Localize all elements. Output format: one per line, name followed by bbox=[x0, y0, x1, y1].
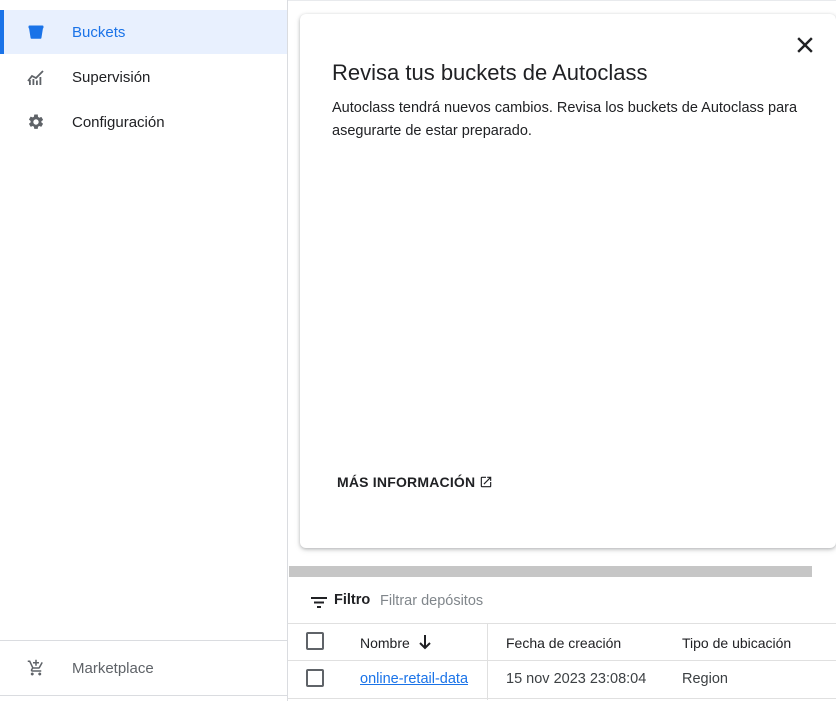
column-header-name[interactable]: Nombre bbox=[360, 635, 410, 651]
more-info-label: MÁS INFORMACIÓN bbox=[337, 474, 476, 490]
arrow-down-icon[interactable] bbox=[418, 634, 432, 650]
close-icon[interactable] bbox=[794, 34, 816, 56]
column-header-location-type[interactable]: Tipo de ubicación bbox=[682, 635, 791, 651]
top-divider bbox=[288, 0, 836, 1]
filter-list-icon bbox=[310, 594, 328, 610]
horizontal-scrollbar[interactable] bbox=[289, 566, 812, 577]
more-info-link[interactable]: MÁS INFORMACIÓN bbox=[337, 474, 493, 490]
filter-bar: Filtro bbox=[288, 584, 836, 620]
sidebar-item-configuracion[interactable]: Configuración bbox=[0, 100, 287, 144]
table-header: Nombre Fecha de creación Tipo de ubicaci… bbox=[288, 623, 836, 700]
column-header-created[interactable]: Fecha de creación bbox=[506, 635, 621, 651]
location-type: Region bbox=[682, 671, 728, 687]
banner-body: Autoclass tendrá nuevos cambios. Revisa … bbox=[332, 100, 798, 139]
sidebar-item-label: Buckets bbox=[72, 23, 126, 41]
sidebar-item-label: Configuración bbox=[72, 113, 165, 131]
created-date: 15 nov 2023 23:08:04 bbox=[506, 671, 647, 687]
sidebar-divider bbox=[0, 695, 287, 696]
autoclass-banner: Revisa tus buckets de Autoclass Autoclas… bbox=[300, 14, 836, 548]
sidebar-divider bbox=[0, 640, 287, 641]
banner-title: Revisa tus buckets de Autoclass bbox=[332, 60, 648, 85]
sidebar-item-supervision[interactable]: Supervisión bbox=[0, 55, 287, 99]
bucket-icon bbox=[26, 22, 46, 42]
filter-label: Filtro bbox=[334, 592, 371, 608]
row-checkbox[interactable] bbox=[306, 669, 324, 687]
cart-plus-icon bbox=[26, 658, 46, 678]
filter-input[interactable] bbox=[380, 590, 680, 612]
select-all-checkbox[interactable] bbox=[306, 632, 324, 650]
monitoring-chart-icon bbox=[26, 67, 46, 87]
sidebar-item-label: Supervisión bbox=[72, 68, 151, 86]
sidebar-item-marketplace[interactable]: Marketplace bbox=[0, 646, 287, 690]
open-in-new-icon bbox=[479, 475, 493, 489]
gear-icon bbox=[26, 112, 46, 132]
sidebar-item-buckets[interactable]: Buckets bbox=[0, 10, 287, 54]
table-row: online-retail-data 15 nov 2023 23:08:04 … bbox=[288, 661, 836, 699]
sidebar-item-label: Marketplace bbox=[72, 659, 154, 677]
bucket-name-link[interactable]: online-retail-data bbox=[360, 671, 468, 687]
sidebar: Buckets Supervisión Configuración Market… bbox=[0, 0, 288, 701]
